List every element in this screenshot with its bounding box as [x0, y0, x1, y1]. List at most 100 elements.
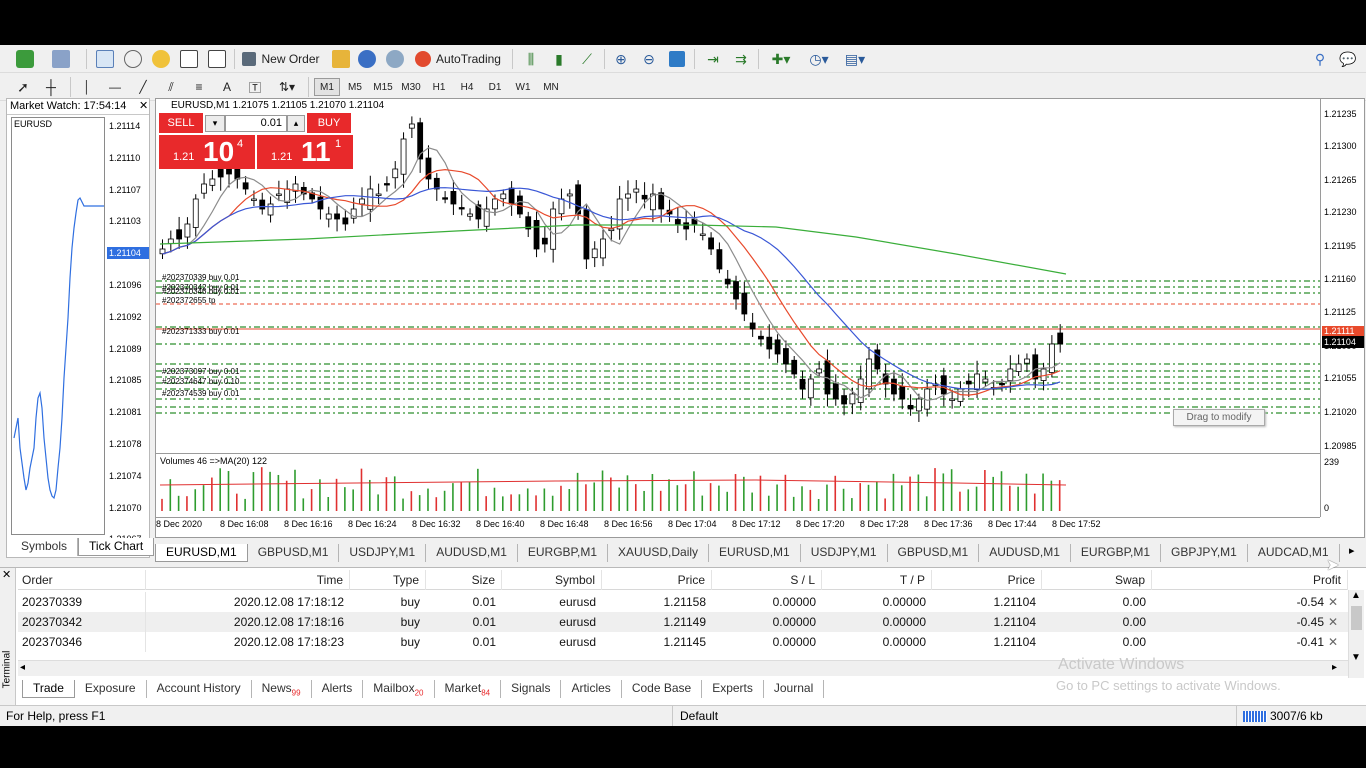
tab-symbols[interactable]: Symbols	[11, 538, 79, 556]
terminal-tab[interactable]: Market84	[435, 680, 502, 698]
column-header[interactable]: Price	[602, 570, 712, 590]
buy-price-button[interactable]: 1.21 11 1	[257, 135, 353, 169]
column-header[interactable]: Price	[932, 570, 1042, 590]
order-label[interactable]: #202374539 buy 0.01	[162, 389, 239, 398]
terminal-tab[interactable]: Account History	[147, 680, 252, 698]
timeframe-d1[interactable]: D1	[482, 78, 508, 96]
scroll-up-icon[interactable]: ▲	[1351, 590, 1361, 601]
close-order-icon[interactable]: ✕	[1328, 635, 1338, 649]
cursor-tool[interactable]: ➚	[12, 76, 34, 98]
vertical-line-tool[interactable]: │	[76, 76, 98, 98]
market-watch-toggle[interactable]	[94, 48, 116, 70]
sell-price-button[interactable]: 1.21 10 4	[159, 135, 255, 169]
line-chart-button[interactable]: ⟋	[576, 48, 598, 70]
lot-increase-button[interactable]: ▴	[287, 115, 305, 132]
close-order-icon[interactable]: ✕	[1328, 595, 1338, 609]
scroll-left-icon[interactable]: ◂	[20, 662, 25, 673]
order-label[interactable]: #202374647 buy 0.10	[162, 377, 239, 386]
chart-tab[interactable]: GBPUSD,M1	[888, 544, 980, 562]
zoom-out-button[interactable]: ⊖	[638, 48, 660, 70]
strategy-tester-toggle[interactable]	[206, 48, 228, 70]
new-chart-button[interactable]	[12, 48, 38, 70]
timeframe-m15[interactable]: M15	[370, 78, 396, 96]
terminal-tab[interactable]: News99	[252, 680, 312, 698]
column-header[interactable]: Time	[146, 570, 350, 590]
table-vscrollbar[interactable]: ▲ ▼	[1348, 590, 1364, 678]
label-tool[interactable]: 🅃	[244, 76, 266, 98]
chat-button[interactable]: 💬	[1336, 48, 1360, 70]
autotrading-button[interactable]: AutoTrading	[410, 48, 506, 70]
order-label[interactable]: #202371333 buy 0.01	[162, 327, 239, 336]
lot-size-input[interactable]: 0.01	[225, 115, 287, 132]
close-icon[interactable]: ✕	[139, 99, 148, 112]
close-order-icon[interactable]: ✕	[1328, 615, 1338, 629]
terminal-tab[interactable]: Trade	[22, 680, 75, 698]
chart-tab[interactable]: EURUSD,M1	[709, 544, 801, 562]
candle-chart-button[interactable]: ▮	[548, 48, 570, 70]
timeframe-mn[interactable]: MN	[538, 78, 564, 96]
horizontal-line-tool[interactable]: —	[104, 76, 126, 98]
fibonacci-tool[interactable]: ≡	[188, 76, 210, 98]
tile-windows-button[interactable]	[666, 48, 688, 70]
terminal-tab[interactable]: Alerts	[312, 680, 364, 698]
zoom-in-button[interactable]: ⊕	[610, 48, 632, 70]
close-icon[interactable]: ✕	[2, 568, 11, 581]
periods-button[interactable]: ◷▾	[804, 48, 834, 70]
table-row[interactable]: 202370339 2020.12.08 17:18:12 buy 0.01 eurus…	[18, 592, 1348, 612]
column-header[interactable]: Order	[18, 570, 146, 590]
chart-tab[interactable]: EURGBP,M1	[518, 544, 609, 562]
column-header[interactable]: Profit	[1152, 570, 1348, 590]
timeframe-h1[interactable]: H1	[426, 78, 452, 96]
table-row[interactable]: 202370346 2020.12.08 17:18:23 buy 0.01 eurus…	[18, 632, 1348, 652]
buy-button[interactable]: BUY	[307, 113, 351, 133]
chart-tab[interactable]: USDCH	[1340, 544, 1345, 562]
new-order-button[interactable]: New Order	[240, 48, 322, 70]
terminal-tab[interactable]: Exposure	[75, 680, 147, 698]
terminal-tab[interactable]: Experts	[702, 680, 764, 698]
order-label[interactable]: #202373097 buy 0.01	[162, 367, 239, 376]
column-header[interactable]: Type	[350, 570, 426, 590]
timeframe-m1[interactable]: M1	[314, 78, 340, 96]
timeframe-w1[interactable]: W1	[510, 78, 536, 96]
terminal-tab[interactable]: Journal	[764, 680, 825, 698]
indicators-button[interactable]: ✚▾	[766, 48, 796, 70]
templates-button[interactable]: ▤▾	[840, 48, 870, 70]
trendline-tool[interactable]: ╱	[132, 76, 154, 98]
crosshair-tool[interactable]: ┼	[40, 76, 62, 98]
data-window-toggle[interactable]	[150, 48, 172, 70]
tab-tick-chart[interactable]: Tick Chart	[78, 538, 155, 556]
order-label[interactable]: #202370339 buy 0.01	[162, 273, 239, 282]
chart-tab[interactable]: GBPJPY,M1	[1161, 544, 1248, 562]
sell-button[interactable]: SELL	[159, 113, 203, 133]
market-button[interactable]	[384, 48, 406, 70]
signals-button[interactable]	[356, 48, 378, 70]
autoscroll-button[interactable]: ⇉	[730, 48, 752, 70]
tabs-scroll-right-icon[interactable]: ▸	[1349, 544, 1355, 557]
chart-shift-button[interactable]: ⇥	[702, 48, 724, 70]
chart-tab[interactable]: USDJPY,M1	[339, 544, 427, 562]
chart-tab[interactable]: EURGBP,M1	[1071, 544, 1162, 562]
chart-tab[interactable]: AUDUSD,M1	[979, 544, 1071, 562]
table-row[interactable]: 202370342 2020.12.08 17:18:16 buy 0.01 eurus…	[18, 612, 1348, 632]
column-header[interactable]: Size	[426, 570, 502, 590]
column-header[interactable]: Symbol	[502, 570, 602, 590]
order-label[interactable]: #202370346 buy 0.01	[162, 287, 239, 296]
scroll-right-icon[interactable]: ▸	[1332, 662, 1337, 673]
metaeditor-button[interactable]	[330, 48, 352, 70]
navigator-toggle[interactable]	[122, 48, 144, 70]
terminal-tab[interactable]: Code Base	[622, 680, 703, 698]
order-label[interactable]: #202372655 tp	[162, 296, 215, 305]
column-header[interactable]: Swap	[1042, 570, 1152, 590]
arrows-tool[interactable]: ⇅▾	[272, 76, 302, 98]
chart-tab[interactable]: XAUUSD,Daily	[608, 544, 710, 562]
timeframe-h4[interactable]: H4	[454, 78, 480, 96]
scroll-thumb[interactable]	[1351, 606, 1362, 630]
column-header[interactable]: S / L	[712, 570, 822, 590]
terminal-tab[interactable]: Mailbox20	[363, 680, 435, 698]
terminal-tab[interactable]: Signals	[501, 680, 562, 698]
terminal-toggle[interactable]	[178, 48, 200, 70]
chart-tab[interactable]: AUDUSD,M1	[426, 544, 518, 562]
scroll-down-icon[interactable]: ▼	[1351, 652, 1361, 663]
timeframe-m5[interactable]: M5	[342, 78, 368, 96]
search-button[interactable]: ⚲	[1310, 48, 1330, 70]
